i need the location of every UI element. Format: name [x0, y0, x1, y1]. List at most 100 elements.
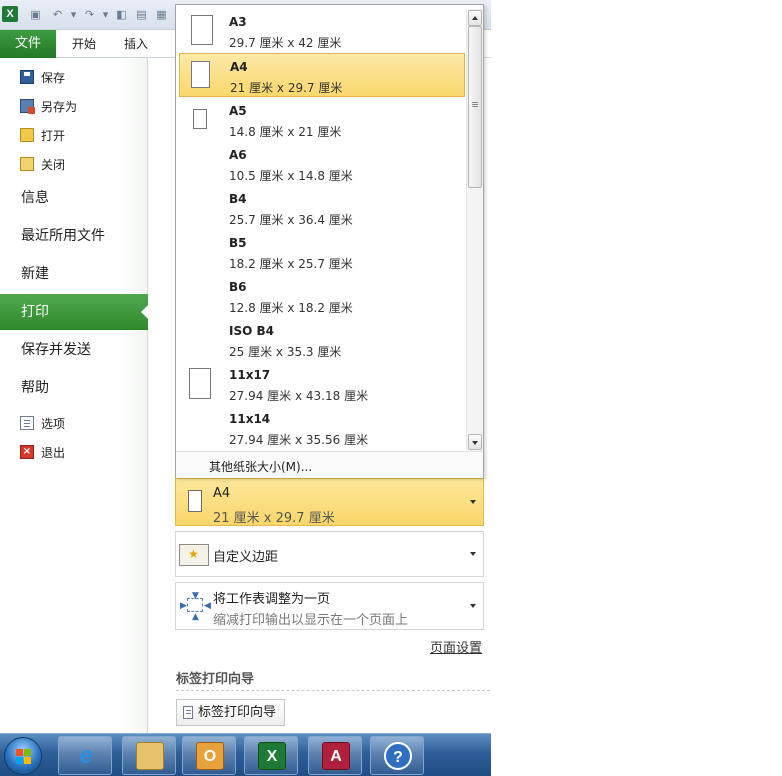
page-icon — [193, 109, 207, 129]
scroll-down-button[interactable] — [468, 434, 482, 450]
tab-file[interactable]: 文件 — [0, 30, 56, 58]
access-icon: A — [322, 742, 350, 770]
nav-options-label: 选项 — [41, 416, 66, 431]
nav-close-button[interactable]: 关闭 — [20, 153, 65, 175]
tab-home[interactable]: 开始 — [72, 30, 96, 58]
undo-dropdown-icon[interactable]: ▾ — [66, 7, 81, 22]
nav-open-button[interactable]: 打开 — [20, 124, 65, 146]
paper-item-name: B4 — [229, 192, 247, 206]
print-preview-icon[interactable]: ◧ — [114, 7, 129, 22]
page-icon — [189, 368, 211, 399]
tab-insert[interactable]: 插入 — [124, 30, 148, 58]
save-icon[interactable]: ▣ — [28, 7, 43, 22]
paper-size-dims: 21 厘米 x 29.7 厘米 — [213, 511, 335, 526]
more-paper-sizes-label: 其他纸张大小(M)... — [209, 460, 313, 474]
nav-recent[interactable]: 最近所用文件 — [0, 218, 148, 254]
scroll-up-button[interactable] — [468, 10, 482, 26]
chevron-down-icon — [470, 604, 476, 608]
more-paper-sizes-item[interactable]: 其他纸张大小(M)... — [176, 451, 483, 478]
page-icon — [191, 15, 213, 45]
nav-new[interactable]: 新建 — [0, 256, 148, 292]
page-setup-link[interactable]: 页面设置 — [430, 637, 482, 656]
nav-exit-button[interactable]: × 退出 — [20, 441, 65, 463]
paper-item-a5[interactable]: A5 14.8 厘米 x 21 厘米 — [179, 97, 465, 141]
paper-item-dims: 18.2 厘米 x 25.7 厘米 — [229, 257, 353, 271]
close-folder-icon — [20, 157, 34, 171]
quick-print-icon[interactable]: ▤ — [134, 7, 149, 22]
open-folder-icon — [20, 128, 34, 142]
nav-print[interactable]: 打印 — [0, 294, 149, 330]
paper-item-b5[interactable]: B5 18.2 厘米 x 25.7 厘米 — [179, 229, 465, 273]
paper-item-11x14[interactable]: 11x14 27.94 厘米 x 35.56 厘米 — [179, 405, 465, 449]
label-wizard-button[interactable]: 标签打印向导 — [176, 699, 285, 726]
chevron-down-icon — [470, 552, 476, 556]
paper-item-iso-b4[interactable]: ISO B4 25 厘米 x 35.3 厘米 — [179, 317, 465, 361]
paper-item-name: ISO B4 — [229, 324, 274, 338]
excel-icon: X — [258, 742, 286, 770]
file-explorer-icon — [136, 742, 164, 770]
taskbar-internet-explorer[interactable]: e — [58, 736, 112, 775]
scroll-thumb[interactable] — [468, 26, 482, 188]
scaling-subtitle: 缩减打印输出以显示在一个页面上 — [213, 613, 409, 628]
redo-dropdown-icon[interactable]: ▾ — [98, 7, 113, 22]
nav-save-as-button[interactable]: 另存为 — [20, 95, 77, 117]
redo-icon[interactable]: ↷ — [82, 7, 97, 22]
paper-item-dims: 27.94 厘米 x 43.18 厘米 — [229, 389, 369, 403]
gallery-scrollbar[interactable] — [466, 9, 483, 451]
save-as-icon — [20, 99, 35, 114]
internet-explorer-icon: e — [79, 742, 93, 769]
excel-logo-icon[interactable]: X — [2, 6, 18, 22]
selected-arrow-icon — [141, 304, 149, 320]
nav-save-send[interactable]: 保存并发送 — [0, 332, 148, 368]
label-wizard-icon — [183, 706, 193, 719]
paper-item-dims: 29.7 厘米 x 42 厘米 — [229, 36, 342, 50]
taskbar-file-explorer[interactable] — [122, 736, 176, 775]
paper-item-b4[interactable]: B4 25.7 厘米 x 36.4 厘米 — [179, 185, 465, 229]
paper-item-dims: 27.94 厘米 x 35.56 厘米 — [229, 433, 369, 447]
paper-item-name: A5 — [229, 104, 247, 118]
nav-save-label: 保存 — [41, 70, 66, 85]
nav-save-button[interactable]: 保存 — [20, 66, 65, 88]
paper-item-name: 11x14 — [229, 412, 271, 426]
nav-help[interactable]: 帮助 — [0, 370, 148, 406]
paper-item-b6[interactable]: B6 12.8 厘米 x 18.2 厘米 — [179, 273, 465, 317]
margins-label: 自定义边距 — [213, 550, 279, 565]
fit-to-page-icon: ▼ ▲ ▶ ◀ — [180, 591, 211, 622]
scaling-title: 将工作表调整为一页 — [213, 592, 331, 607]
paper-size-dropdown[interactable]: A4 21 厘米 x 29.7 厘米 — [175, 478, 484, 526]
scaling-dropdown[interactable]: ▼ ▲ ▶ ◀ 将工作表调整为一页 缩减打印输出以显示在一个页面上 — [175, 582, 484, 630]
margins-dropdown[interactable]: 自定义边距 — [175, 531, 484, 577]
nav-info[interactable]: 信息 — [0, 180, 148, 216]
label-wizard-button-label: 标签打印向导 — [198, 705, 277, 720]
options-icon — [20, 416, 34, 430]
help-icon: ? — [384, 742, 412, 770]
label-wizard-heading: 标签打印向导 — [176, 672, 255, 687]
paper-item-11x17[interactable]: 11x17 27.94 厘米 x 43.18 厘米 — [179, 361, 465, 405]
nav-open-label: 打开 — [41, 128, 66, 143]
outlook-icon: O — [196, 742, 224, 770]
paper-size-list: A3 29.7 厘米 x 42 厘米 A4 21 厘米 x 29.7 厘米 A5… — [176, 5, 466, 449]
paper-item-dims: 12.8 厘米 x 18.2 厘米 — [229, 301, 353, 315]
custom-margins-icon — [179, 544, 209, 566]
paper-item-dims: 14.8 厘米 x 21 厘米 — [229, 125, 342, 139]
taskbar-excel[interactable]: X — [244, 736, 298, 775]
paper-item-dims: 21 厘米 x 29.7 厘米 — [230, 81, 343, 95]
taskbar-help[interactable]: ? — [370, 736, 424, 775]
paper-item-a6[interactable]: A6 10.5 厘米 x 14.8 厘米 — [179, 141, 465, 185]
nav-save-as-label: 另存为 — [41, 99, 78, 114]
paper-item-dims: 10.5 厘米 x 14.8 厘米 — [229, 169, 353, 183]
nav-close-label: 关闭 — [41, 157, 66, 172]
start-button[interactable] — [4, 737, 42, 775]
paper-size-name: A4 — [213, 486, 231, 501]
undo-icon[interactable]: ↶ — [50, 7, 65, 22]
page-icon — [191, 61, 210, 88]
paper-item-name: B6 — [229, 280, 247, 294]
nav-options-button[interactable]: 选项 — [20, 412, 65, 434]
paper-item-a4[interactable]: A4 21 厘米 x 29.7 厘米 — [179, 53, 465, 97]
table-icon[interactable]: ▦ — [154, 7, 169, 22]
taskbar-outlook[interactable]: O — [182, 736, 236, 775]
exit-icon: × — [20, 445, 34, 459]
nav-print-label: 打印 — [21, 304, 49, 320]
paper-item-a3[interactable]: A3 29.7 厘米 x 42 厘米 — [179, 8, 465, 52]
taskbar-access[interactable]: A — [308, 736, 362, 775]
